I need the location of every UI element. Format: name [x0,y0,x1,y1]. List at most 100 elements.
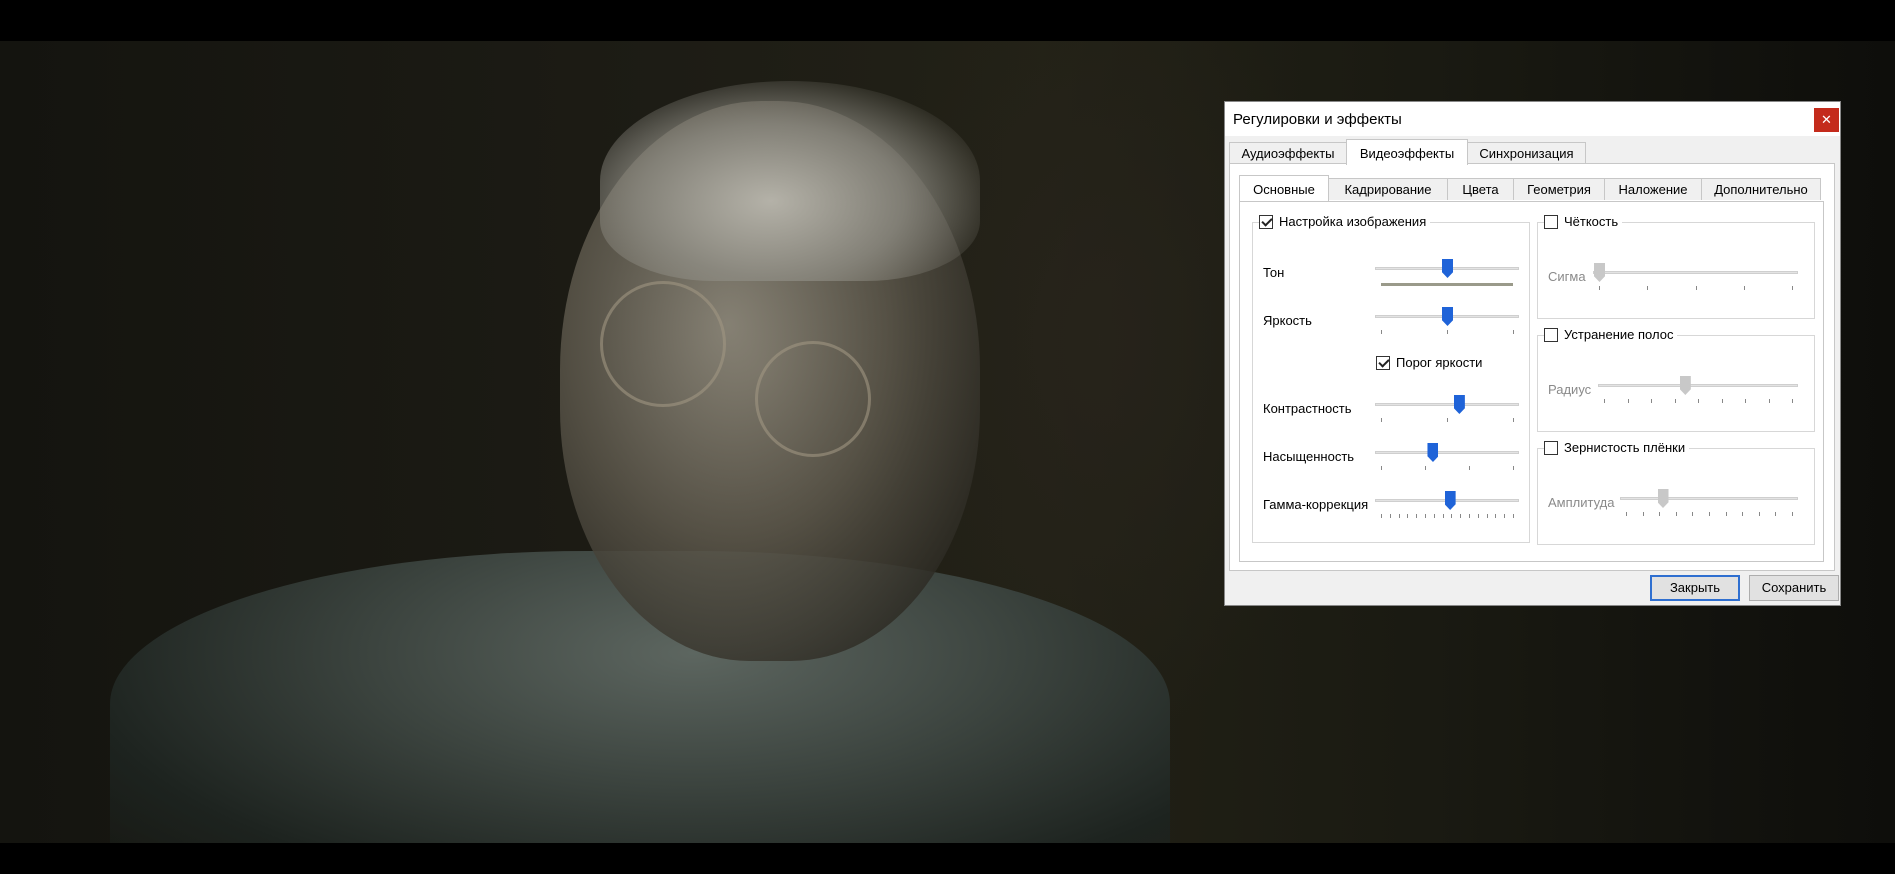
image-adjust-group: Настройка изображения Тон Яркость Порог [1252,214,1530,543]
brightness-threshold-label: Порог яркости [1396,355,1483,370]
slider-tick [1745,399,1746,403]
sharpness-title: Чёткость [1564,214,1619,229]
brightness-slider-thumb[interactable] [1442,307,1453,326]
slider-tick [1381,418,1382,422]
contrast-slider[interactable] [1375,395,1519,427]
slider-tick [1743,286,1745,290]
amplitude-slider-thumb[interactable] [1657,489,1669,508]
slider-tick [1407,514,1409,518]
slider-tick [1627,399,1629,403]
slider-tick [1742,512,1744,516]
dialog-titlebar[interactable]: Регулировки и эффекты ✕ [1225,102,1840,136]
slider-tick [1469,514,1470,518]
slider-tick [1477,514,1479,518]
slider-tick [1768,399,1770,403]
glasses-left-lens [600,281,726,407]
slider-tick [1709,512,1710,516]
slider-tick [1504,514,1506,518]
film-grain-checkbox[interactable] [1544,440,1558,455]
slider-tick [1425,514,1426,518]
hue-slider-thumb[interactable] [1442,259,1453,278]
close-button[interactable]: Закрыть [1650,575,1740,601]
slider-tick [1389,514,1391,518]
slider-tick [1721,399,1723,403]
slider-tick [1381,330,1382,334]
save-button[interactable]: Сохранить [1749,575,1839,601]
brightness-threshold-checkbox[interactable] [1376,355,1390,370]
slider-tick [1416,514,1418,518]
brightness-threshold-row: Порог яркости [1376,355,1482,370]
debanding-checkbox[interactable] [1544,327,1558,342]
slider-tick [1381,514,1382,518]
sigma-label: Сигма [1548,269,1586,284]
slider-tick [1460,514,1462,518]
saturation-slider[interactable] [1375,443,1519,475]
brightness-slider[interactable] [1375,307,1519,339]
slider-tick [1513,466,1514,470]
slider-tick [1792,286,1793,290]
brightness-label: Яркость [1263,313,1312,328]
slider-tick [1486,514,1488,518]
image-adjust-checkbox[interactable] [1259,214,1273,229]
slider-tick [1675,512,1677,516]
slider-tick [1792,399,1793,403]
amplitude-slider[interactable] [1620,489,1798,521]
subtab-overlay[interactable]: Наложение [1604,178,1702,200]
adjustments-dialog: Регулировки и эффекты ✕ Аудиоэффекты Вид… [1224,101,1841,606]
slider-tick [1442,514,1444,518]
contrast-slider-thumb[interactable] [1453,395,1465,414]
film-grain-title: Зернистость плёнки [1564,440,1686,455]
slider-tick [1513,514,1514,518]
slider-tick [1599,286,1600,290]
subtab-basic[interactable]: Основные [1239,175,1329,201]
saturation-label: Насыщенность [1263,449,1355,464]
radius-label: Радиус [1548,382,1592,397]
sigma-slider[interactable] [1593,263,1798,295]
contrast-label: Контрастность [1263,401,1352,416]
slider-tick [1651,399,1652,403]
gamma-label: Гамма-коррекция [1263,497,1369,512]
person-hair [600,81,980,281]
tab-synchronization[interactable]: Синхронизация [1467,142,1586,164]
sharpness-group: Чёткость Сигма [1537,214,1815,319]
slider-tick [1381,466,1382,470]
slider-tick [1674,399,1676,403]
slider-tick [1447,330,1448,334]
radius-slider-thumb[interactable] [1679,376,1691,395]
sigma-slider-thumb[interactable] [1594,263,1605,282]
hue-slider[interactable] [1375,259,1519,291]
subtab-geometry[interactable]: Геометрия [1513,178,1605,200]
hue-label: Тон [1263,265,1285,280]
slider-tick [1626,512,1627,516]
slider-tick [1604,399,1605,403]
tab-audio-effects[interactable]: Аудиоэффекты [1229,142,1347,164]
slider-tick [1447,418,1448,422]
glasses-right-lens [755,341,871,457]
sharpness-checkbox[interactable] [1544,214,1558,229]
slider-tick [1698,399,1699,403]
slider-tick [1451,514,1453,518]
radius-slider[interactable] [1598,376,1798,408]
gamma-slider[interactable] [1375,491,1519,523]
slider-tick [1775,512,1777,516]
slider-tick [1433,514,1435,518]
slider-tick [1725,512,1727,516]
amplitude-label: Амплитуда [1548,495,1615,510]
tab-video-effects[interactable]: Видеоэффекты [1346,139,1468,165]
subtab-crop[interactable]: Кадрирование [1328,178,1448,200]
slider-tick [1513,418,1514,422]
slider-tick [1642,512,1644,516]
hue-spectrum-bar [1381,283,1513,286]
film-grain-group: Зернистость плёнки Амплитуда [1537,440,1815,545]
image-adjust-title: Настройка изображения [1279,214,1427,229]
close-icon[interactable]: ✕ [1814,108,1839,132]
subtab-advanced[interactable]: Дополнительно [1701,178,1821,200]
gamma-slider-thumb[interactable] [1444,491,1456,510]
slider-tick [1659,512,1661,516]
slider-tick [1792,512,1793,516]
saturation-slider-thumb[interactable] [1427,443,1439,462]
slider-tick [1647,286,1649,290]
slider-tick [1495,514,1497,518]
subtab-colors[interactable]: Цвета [1447,178,1514,200]
dialog-title: Регулировки и эффекты [1233,111,1402,128]
